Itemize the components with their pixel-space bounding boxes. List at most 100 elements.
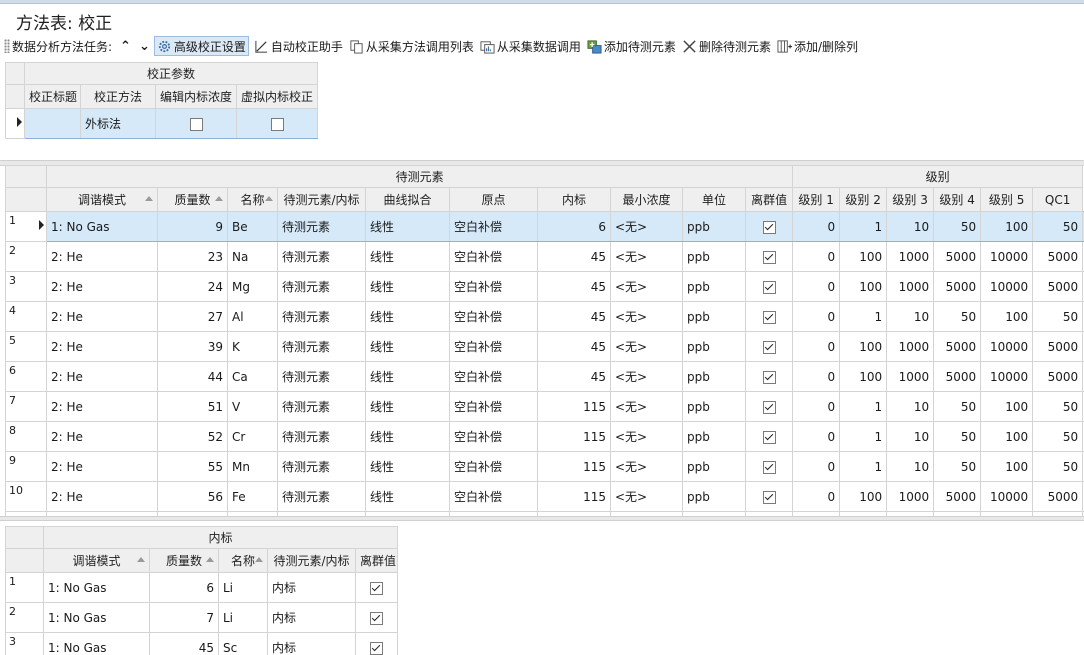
curve-fit-cell[interactable]: 线性 [365,421,450,452]
mass-cell[interactable]: 27 [157,301,228,332]
level-1-cell[interactable]: 0 [792,421,841,452]
outlier-checkbox[interactable] [370,641,384,655]
internal-std-cell[interactable]: 115 [537,451,611,482]
column-header-level-5[interactable]: 级别 5 [980,187,1034,212]
table-row[interactable]: 3 1: No Gas 45 Sc 内标 [5,632,398,655]
table-row[interactable]: 9 2: He 55 Mn 待测元素 线性 空白补偿 115 <无> ppb 0 1 10 50 100 50 [5,451,1084,482]
advanced-calibration-button[interactable]: 高级校正设置 [153,36,249,56]
table-row[interactable]: 3 2: He 24 Mg 待测元素 线性 空白补偿 45 <无> ppb 0 100 1000 5000… [5,271,1084,302]
qc1-cell[interactable]: 50 [1032,211,1084,242]
qc1-cell[interactable]: 50 [1032,451,1084,482]
virtual-is-checkbox[interactable] [270,117,284,131]
tune-mode-cell[interactable]: 2: He [46,301,158,332]
unit-cell[interactable]: ppb [682,211,746,242]
outlier-cell[interactable] [744,451,794,482]
internal-std-cell[interactable]: 115 [537,481,611,512]
tune-mode-cell[interactable]: 2: He [46,241,158,272]
analyte-type-cell[interactable]: 待测元素 [277,481,366,512]
delete-analyte-button[interactable]: 删除待测元素 [681,36,772,56]
qc1-cell[interactable]: 5000 [1032,241,1084,272]
outlier-checkbox[interactable] [762,310,776,324]
edit-is-conc-checkbox[interactable] [189,117,203,131]
analyte-type-cell[interactable]: 待测元素 [277,211,366,242]
qc1-cell[interactable]: 50 [1032,391,1084,422]
column-header-level-4[interactable]: 级别 4 [933,187,982,212]
column-header-level-2[interactable]: 级别 2 [839,187,888,212]
min-conc-cell[interactable]: <无> [610,301,683,332]
row-header[interactable]: 7 [5,391,47,422]
chevron-down-icon[interactable]: ⌄ [139,39,150,54]
origin-cell[interactable]: 空白补偿 [449,481,538,512]
level-3-cell[interactable]: 1000 [886,331,935,362]
origin-cell[interactable]: 空白补偿 [449,331,538,362]
analyte-type-cell[interactable]: 待测元素 [277,451,366,482]
outlier-cell[interactable] [744,391,794,422]
level-3-cell[interactable]: 10 [886,301,935,332]
level-4-cell[interactable]: 50 [933,421,982,452]
column-header-mass[interactable]: 质量数 [157,187,228,212]
origin-cell[interactable]: 空白补偿 [449,301,538,332]
name-cell[interactable]: Ca [227,361,278,392]
level-3-cell[interactable]: 10 [886,421,935,452]
column-header-edit-is-conc[interactable]: 编辑内标浓度 [155,84,237,109]
outlier-checkbox[interactable] [762,340,776,354]
virtual-is-cell[interactable] [235,108,319,139]
level-3-cell[interactable]: 1000 [886,481,935,512]
level-4-cell[interactable]: 5000 [933,331,982,362]
level-5-cell[interactable]: 10000 [980,481,1034,512]
outlier-cell[interactable] [744,271,794,302]
tune-mode-cell[interactable]: 1: No Gas [43,572,150,603]
level-2-cell[interactable]: 1 [839,211,888,242]
column-header-virtual-is[interactable]: 虚拟内标校正 [235,84,319,109]
column-header-origin[interactable]: 原点 [449,187,538,212]
level-4-cell[interactable]: 50 [933,211,982,242]
min-conc-cell[interactable]: <无> [610,391,683,422]
analyte-type-cell[interactable]: 待测元素 [277,391,366,422]
column-header-level-1[interactable]: 级别 1 [792,187,841,212]
level-4-cell[interactable]: 50 [933,301,982,332]
analyte-type-cell[interactable]: 待测元素 [277,241,366,272]
level-4-cell[interactable]: 50 [933,391,982,422]
level-2-cell[interactable]: 1 [839,391,888,422]
level-5-cell[interactable]: 100 [980,451,1034,482]
outlier-checkbox[interactable] [762,280,776,294]
level-2-cell[interactable]: 100 [839,241,888,272]
chevron-up-icon[interactable]: ⌃ [120,39,131,54]
edit-is-conc-cell[interactable] [155,108,237,139]
table-row[interactable]: 8 2: He 52 Cr 待测元素 线性 空白补偿 115 <无> ppb 0 1 10 50 100 50 [5,421,1084,452]
level-5-cell[interactable]: 10000 [980,271,1034,302]
column-header-name[interactable]: 名称 [227,187,278,212]
level-1-cell[interactable]: 0 [792,271,841,302]
name-cell[interactable]: Be [227,211,278,242]
row-header[interactable]: 1 [5,211,47,242]
mass-cell[interactable]: 23 [157,241,228,272]
origin-cell[interactable]: 空白补偿 [449,211,538,242]
outlier-checkbox[interactable] [762,460,776,474]
curve-fit-cell[interactable]: 线性 [365,481,450,512]
column-header-outlier[interactable]: 离群值 [744,187,794,212]
level-5-cell[interactable]: 100 [980,421,1034,452]
origin-cell[interactable]: 空白补偿 [449,451,538,482]
row-header[interactable]: 5 [5,331,47,362]
outlier-cell[interactable] [744,211,794,242]
level-2-cell[interactable]: 1 [839,451,888,482]
column-header-analyte-is[interactable]: 待测元素/内标 [277,187,366,212]
origin-cell[interactable]: 空白补偿 [449,391,538,422]
curve-fit-cell[interactable]: 线性 [365,301,450,332]
mass-cell[interactable]: 55 [157,451,228,482]
outlier-cell[interactable] [354,632,398,655]
table-row[interactable]: 2 2: He 23 Na 待测元素 线性 空白补偿 45 <无> ppb 0 100 1000 5000… [5,241,1084,272]
name-cell[interactable]: V [227,391,278,422]
mass-cell[interactable]: 56 [157,481,228,512]
row-header[interactable]: 6 [5,361,47,392]
unit-cell[interactable]: ppb [682,451,746,482]
load-from-acq-method-button[interactable]: 从采集方法调用列表 [348,36,475,56]
tune-mode-cell[interactable]: 2: He [46,451,158,482]
calib-method-cell[interactable]: 外标法 [80,108,156,139]
outlier-cell[interactable] [744,481,794,512]
row-header[interactable]: 2 [5,602,44,633]
name-cell[interactable]: Cr [227,421,278,452]
level-1-cell[interactable]: 0 [792,391,841,422]
unit-cell[interactable]: ppb [682,241,746,272]
outlier-cell[interactable] [744,241,794,272]
